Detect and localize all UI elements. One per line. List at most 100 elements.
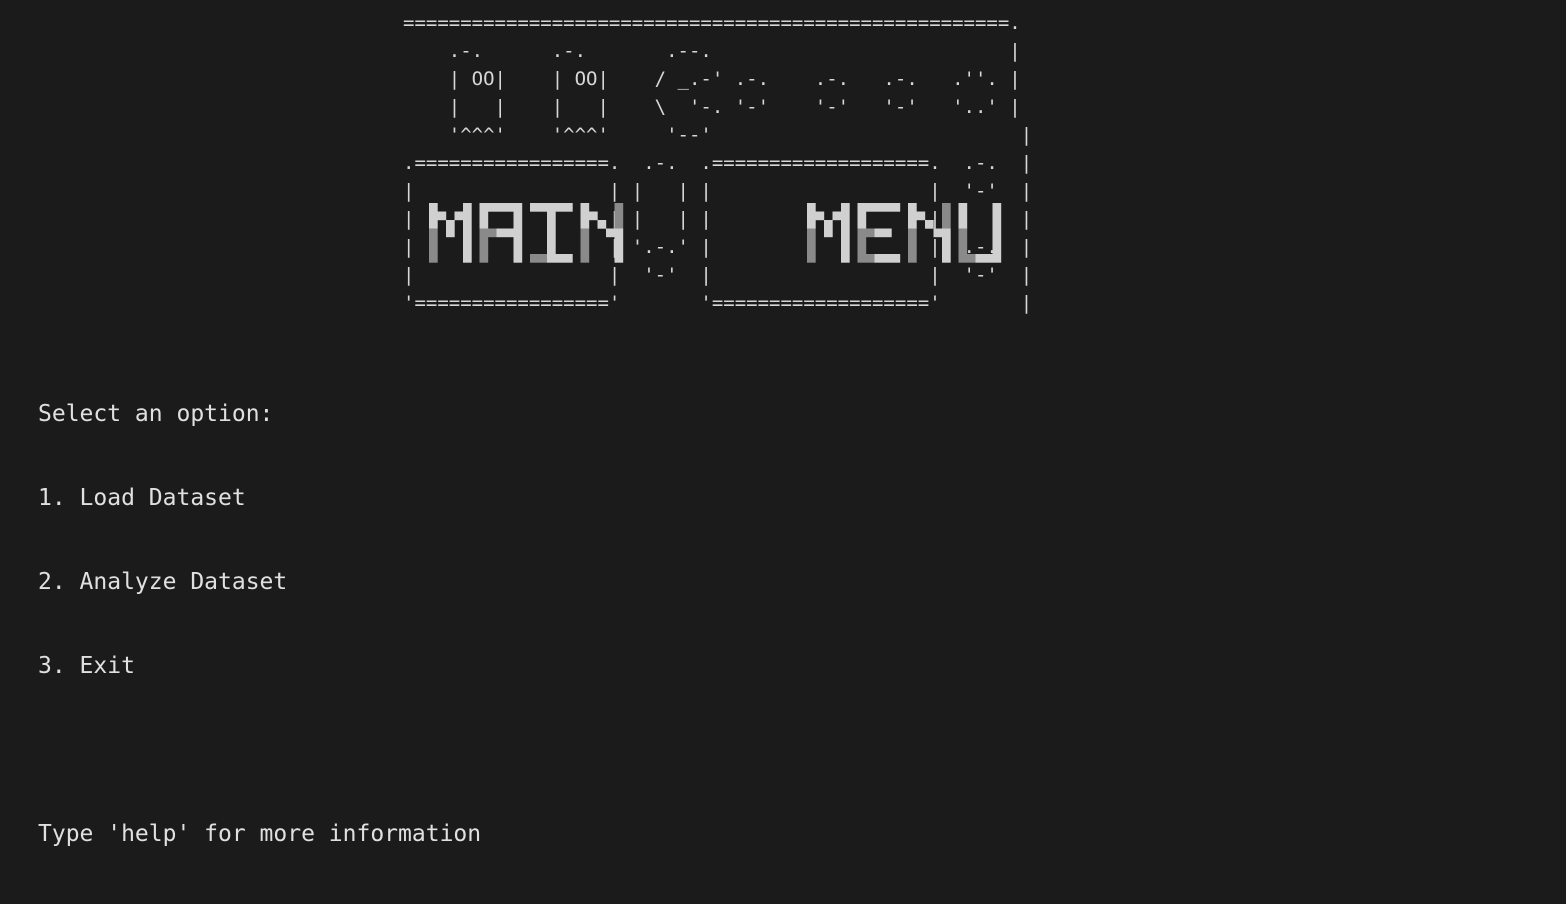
banner-pixel: [479, 254, 489, 263]
banner-pixel: [429, 211, 438, 221]
banner-pixel: [580, 254, 590, 263]
banner-pixel: [807, 237, 816, 246]
banner-word-menu: [807, 203, 1002, 263]
banner-pixel: [942, 254, 951, 263]
banner-pixel: [463, 211, 472, 221]
banner-pixel: [463, 254, 472, 263]
help-hint: Type 'help' for more information: [38, 821, 482, 847]
banner-pixel: [874, 254, 884, 263]
banner-letter-n: [908, 203, 951, 263]
banner-pixel: [463, 228, 472, 238]
banner-pixel: [446, 220, 455, 229]
banner-pixel: [866, 203, 875, 212]
banner-pixel: [958, 237, 968, 246]
banner-pixel: [496, 203, 506, 212]
banner-pixel: [883, 254, 892, 263]
banner-pixel: [992, 220, 1002, 229]
banner-pixel: [547, 254, 556, 263]
banner-pixel: [479, 203, 489, 212]
menu-prompt: Select an option:: [38, 401, 274, 427]
banner-pixel: [505, 228, 514, 238]
banner-pixel: [857, 254, 867, 263]
banner-pixel: [942, 203, 951, 212]
banner-pixel: [925, 220, 934, 229]
banner-pixel: [841, 228, 850, 238]
banner-pixel: [555, 203, 565, 212]
banner-pixel: [513, 254, 523, 263]
banner-pixel: [857, 245, 867, 255]
menu-option-analyze-dataset[interactable]: 2. Analyze Dataset: [38, 568, 481, 596]
banner-pixel: [807, 211, 816, 221]
banner-pixel: [807, 203, 816, 212]
banner-pixel: [908, 228, 917, 238]
banner-pixel: [975, 254, 985, 263]
banner-pixel: [429, 237, 438, 246]
banner-pixel: [580, 203, 590, 212]
menu-option-load-dataset[interactable]: 1. Load Dataset: [38, 484, 481, 512]
banner-pixel: [857, 228, 867, 238]
banner-pixel: [513, 228, 523, 238]
banner-pixel: [614, 211, 624, 221]
banner-pixel: [942, 245, 951, 255]
menu-option-exit[interactable]: 3. Exit: [38, 652, 481, 680]
banner-pixel: [488, 228, 497, 238]
banner-pixel: [513, 237, 523, 246]
banner-pixel: [841, 220, 850, 229]
banner-pixel: [614, 203, 624, 212]
banner-pixel: [513, 203, 523, 212]
banner-pixel: [463, 245, 472, 255]
banner-pixel: [942, 228, 951, 238]
banner-pixel: [832, 211, 842, 221]
banner-pixel: [942, 220, 951, 229]
banner-pixel: [429, 220, 438, 229]
banner-pixel: [555, 254, 565, 263]
banner-pixel: [857, 237, 867, 246]
banner-pixel: [547, 220, 556, 229]
banner-pixel: [891, 203, 901, 212]
banner-pixel: [606, 228, 615, 238]
banner-pixel: [874, 203, 884, 212]
banner-pixel: [908, 245, 917, 255]
banner-pixel: [866, 254, 875, 263]
banner-pixel: [992, 228, 1002, 238]
banner-pixel: [429, 203, 438, 212]
banner-pixel: [429, 228, 438, 238]
banner-pixel: [538, 254, 548, 263]
banner-pixel: [908, 211, 917, 221]
banner-letter-m: [807, 203, 850, 263]
banner-pixel: [564, 254, 573, 263]
banner-pixel: [580, 228, 590, 238]
terminal-window: ========================================…: [0, 0, 1566, 847]
banner-pixel: [841, 211, 850, 221]
banner-pixel: [446, 228, 455, 238]
banner-pixel: [942, 237, 951, 246]
banner-pixel: [992, 254, 1002, 263]
banner-pixel: [857, 211, 867, 221]
banner-pixel: [958, 220, 968, 229]
banner-pixel: [547, 237, 556, 246]
banner-letters: [429, 203, 1002, 263]
banner-pixel: [479, 237, 489, 246]
banner-letter-a: [479, 203, 523, 263]
banner-pixel: [866, 228, 875, 238]
banner-letter-u: [958, 203, 1002, 263]
banner-pixel: [479, 220, 489, 229]
banner-pixel: [908, 203, 917, 212]
banner-pixel: [580, 211, 590, 221]
banner-pixel: [908, 254, 917, 263]
banner-pixel: [942, 211, 951, 221]
banner-pixel: [992, 203, 1002, 212]
banner-pixel: [857, 203, 867, 212]
banner-pixel: [614, 237, 624, 246]
banner-pixel: [992, 237, 1002, 246]
banner-pixel: [908, 237, 917, 246]
banner-pixel: [958, 228, 968, 238]
banner-pixel: [580, 245, 590, 255]
banner-letter-m: [429, 203, 472, 263]
banner-pixel: [824, 228, 833, 238]
banner-pixel: [505, 203, 514, 212]
banner-pixel: [841, 245, 850, 255]
banner-pixel: [841, 203, 850, 212]
banner-word-main: [429, 203, 624, 263]
